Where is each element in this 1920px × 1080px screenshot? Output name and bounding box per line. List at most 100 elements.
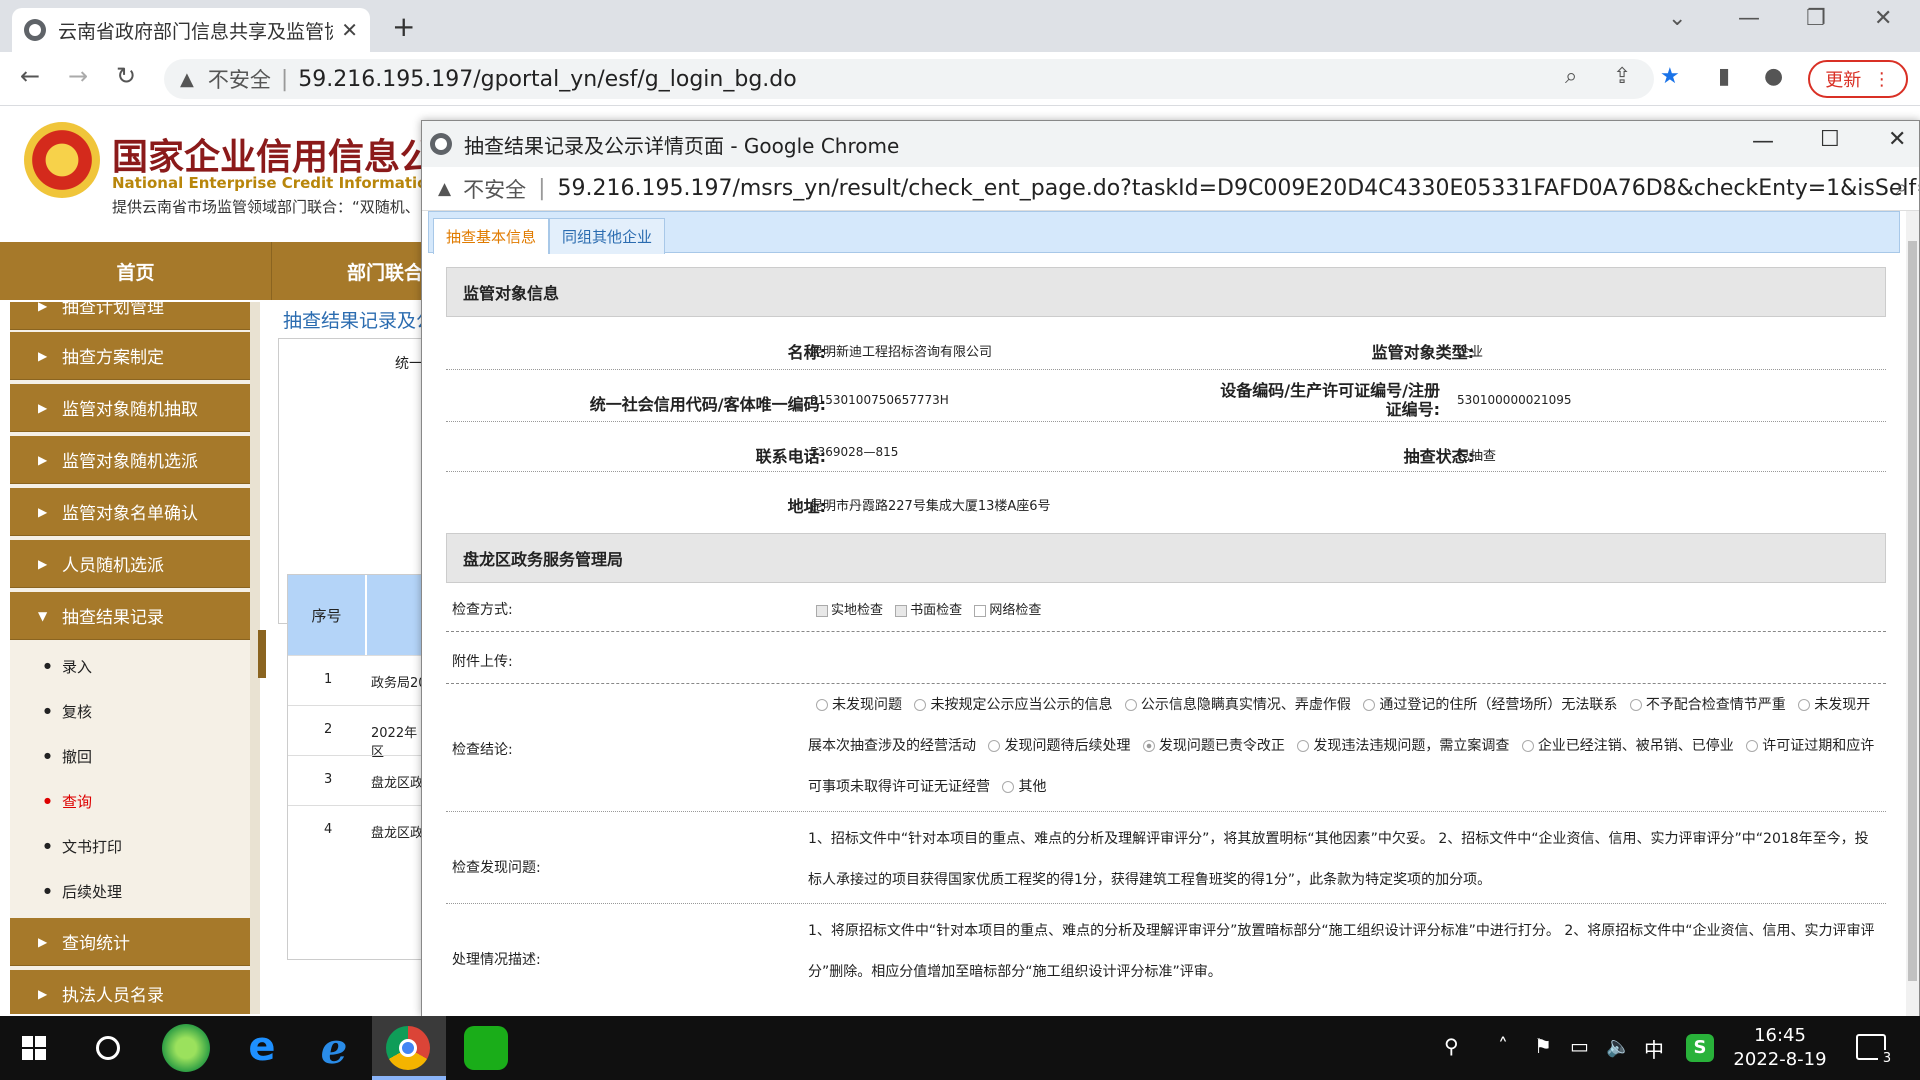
minimize-button[interactable]: — xyxy=(1738,6,1760,31)
warning-icon[interactable]: ▲ xyxy=(180,69,194,90)
ime-indicator[interactable]: 中 xyxy=(1644,1034,1664,1063)
table-row[interactable]: 2 2022年区 xyxy=(288,705,428,760)
volume-muted-icon[interactable]: 🔈 xyxy=(1606,1034,1631,1058)
profile-icon[interactable]: ● xyxy=(1764,64,1783,89)
tab-basic-info[interactable]: 抽查基本信息 xyxy=(433,218,550,254)
nav-joint[interactable]: 部门联合 xyxy=(273,242,433,300)
checkbox-online[interactable] xyxy=(974,604,987,617)
radio-conclusion[interactable] xyxy=(1629,699,1642,711)
sidebar-sub-entry[interactable]: 录入 xyxy=(44,656,92,677)
url-text[interactable]: 59.216.195.197/gportal_yn/esf/g_login_bg… xyxy=(298,67,796,92)
radio-conclusion[interactable] xyxy=(1002,781,1015,793)
radio-conclusion[interactable] xyxy=(1798,699,1811,711)
show-hidden-icons[interactable]: ˄ xyxy=(1498,1034,1508,1058)
radio-conclusion[interactable] xyxy=(816,699,828,711)
sogou-ime-icon[interactable]: S xyxy=(1686,1034,1714,1062)
popup-scrollbar[interactable] xyxy=(1906,211,1919,1017)
sidebar: 抽查计划管理 抽查方案制定 监管对象随机抽取 监管对象随机选派 监管对象名单确认… xyxy=(10,302,250,1014)
network-icon[interactable]: ▭ xyxy=(1570,1034,1589,1058)
popup-security-label[interactable]: 不安全 xyxy=(463,174,526,204)
sidebar-sub-review[interactable]: 复核 xyxy=(44,701,92,722)
table-row[interactable]: 4 盘龙区政 xyxy=(288,805,428,855)
close-tab-icon[interactable]: ✕ xyxy=(341,18,358,42)
radio-conclusion[interactable] xyxy=(914,699,927,711)
ie-icon[interactable]: ℯ xyxy=(310,1024,358,1073)
conclusion-option: 企业已经注销、被吊销、已停业 xyxy=(1537,738,1734,754)
zoom-icon[interactable]: ⌕ xyxy=(1565,64,1577,89)
sidebar-item-random-extract[interactable]: 监管对象随机抽取 xyxy=(10,384,250,432)
sidebar-item-random-select[interactable]: 监管对象随机选派 xyxy=(10,436,250,484)
close-window-button[interactable]: ✕ xyxy=(1874,6,1892,31)
popup-address-bar[interactable]: ▲ 不安全 | 59.216.195.197/msrs_yn/result/ch… xyxy=(422,167,1919,211)
share-icon[interactable]: ⇪ xyxy=(1613,64,1631,89)
checkbox-onsite[interactable] xyxy=(816,604,828,617)
radio-conclusion[interactable] xyxy=(1746,740,1759,752)
conclusion-option: 公示信息隐瞒真实情况、弄虚作假 xyxy=(1140,697,1351,713)
radio-conclusion[interactable] xyxy=(1124,699,1137,711)
sidebar-sub-print[interactable]: 文书打印 xyxy=(44,836,122,857)
conclusion-options: 未发现问题 未按规定公示应当公示的信息 公示信息隐瞒真实情况、弄虚作假 通过登记… xyxy=(808,685,1878,808)
edge-icon[interactable]: e xyxy=(238,1024,286,1072)
tab-other-enterprises[interactable]: 同组其他企业 xyxy=(549,218,666,254)
sidebar-item-plan[interactable]: 抽查计划管理 xyxy=(10,302,250,330)
radio-conclusion[interactable] xyxy=(988,740,1001,752)
radio-conclusion-selected[interactable] xyxy=(1142,740,1155,752)
warning-icon[interactable]: ▲ xyxy=(438,179,451,199)
divider xyxy=(446,471,1886,472)
checkbox-written[interactable] xyxy=(895,604,908,617)
sidebar-item-staff-list[interactable]: 执法人员名录 xyxy=(10,970,250,1014)
radio-conclusion[interactable] xyxy=(1521,740,1534,752)
row-text: 盘龙区政 xyxy=(371,776,424,791)
divider xyxy=(446,903,1886,904)
sidebar-sub-query[interactable]: 查询 xyxy=(44,791,92,812)
popup-minimize-button[interactable]: — xyxy=(1752,129,1774,154)
chrome-taskbar-button[interactable] xyxy=(372,1016,446,1080)
sidebar-sub-withdraw[interactable]: 撤回 xyxy=(44,746,92,767)
update-button[interactable]: 更新 ⋮ xyxy=(1808,60,1908,98)
sidebar-item-results[interactable]: 抽查结果记录 xyxy=(10,592,250,640)
table-row[interactable]: 1 政务局20 xyxy=(288,655,428,705)
search-circle-icon[interactable] xyxy=(96,1036,120,1060)
table-row[interactable]: 3 盘龙区政 xyxy=(288,755,428,805)
restore-button[interactable]: ❐ xyxy=(1806,6,1826,31)
popup-close-button[interactable]: ✕ xyxy=(1888,127,1906,152)
bookmark-star-icon[interactable]: ★ xyxy=(1660,64,1680,89)
type-label: 监管对象类型: xyxy=(1371,343,1474,362)
security-label[interactable]: 不安全 xyxy=(208,64,271,94)
sidebar-item-scheme[interactable]: 抽查方案制定 xyxy=(10,332,250,380)
back-button[interactable]: ← xyxy=(20,62,40,90)
popup-maximize-button[interactable]: ☐ xyxy=(1820,127,1840,152)
sidebar-item-stats[interactable]: 查询统计 xyxy=(10,918,250,966)
reload-button[interactable]: ↻ xyxy=(116,62,136,90)
windows-start-icon[interactable] xyxy=(22,1036,46,1060)
globe-icon xyxy=(430,133,452,155)
main-nav: 首页 部门联合 xyxy=(0,242,430,300)
popup-zoom-icon[interactable]: ⌕ xyxy=(1896,175,1907,199)
sidebar-item-confirm-list[interactable]: 监管对象名单确认 xyxy=(10,488,250,536)
scrollbar-thumb[interactable] xyxy=(1908,241,1917,981)
system-clock[interactable]: 16:45 2022-8-19 xyxy=(1730,1024,1830,1072)
new-tab-button[interactable]: + xyxy=(392,10,415,43)
radio-conclusion[interactable] xyxy=(1297,740,1310,752)
defender-icon[interactable]: ⚑ xyxy=(1534,1034,1552,1058)
browser-tab[interactable]: 云南省政府部门信息共享及监管协 ✕ xyxy=(12,8,370,52)
forward-button[interactable]: → xyxy=(68,62,88,90)
sidebar-collapse-handle[interactable] xyxy=(258,630,266,678)
browser-360-icon[interactable] xyxy=(162,1024,210,1072)
sidebar-item-staff-select[interactable]: 人员随机选派 xyxy=(10,540,250,588)
address-bar[interactable]: ▲ 不安全 | 59.216.195.197/gportal_yn/esf/g_… xyxy=(164,59,1654,99)
popup-window: 抽查结果记录及公示详情页面 - Google Chrome — ☐ ✕ ▲ 不安… xyxy=(421,120,1920,1017)
sidebar-sub-followup[interactable]: 后续处理 xyxy=(44,881,122,902)
tab-search-icon[interactable]: ⌄ xyxy=(1668,6,1686,31)
divider xyxy=(446,811,1886,812)
popup-titlebar[interactable]: 抽查结果记录及公示详情页面 - Google Chrome — ☐ ✕ xyxy=(422,121,1919,167)
separator: | xyxy=(280,66,289,92)
popup-url-text[interactable]: 59.216.195.197/msrs_yn/result/check_ent_… xyxy=(558,176,1920,201)
radio-conclusion[interactable] xyxy=(1363,699,1376,711)
table-header-no: 序号 xyxy=(288,575,366,655)
notification-count: 3 xyxy=(1878,1050,1896,1068)
wechat-icon[interactable] xyxy=(464,1026,508,1070)
nav-home[interactable]: 首页 xyxy=(0,242,272,300)
people-icon[interactable]: ⚲ xyxy=(1444,1034,1459,1058)
side-panel-icon[interactable]: ▮ xyxy=(1718,64,1730,89)
